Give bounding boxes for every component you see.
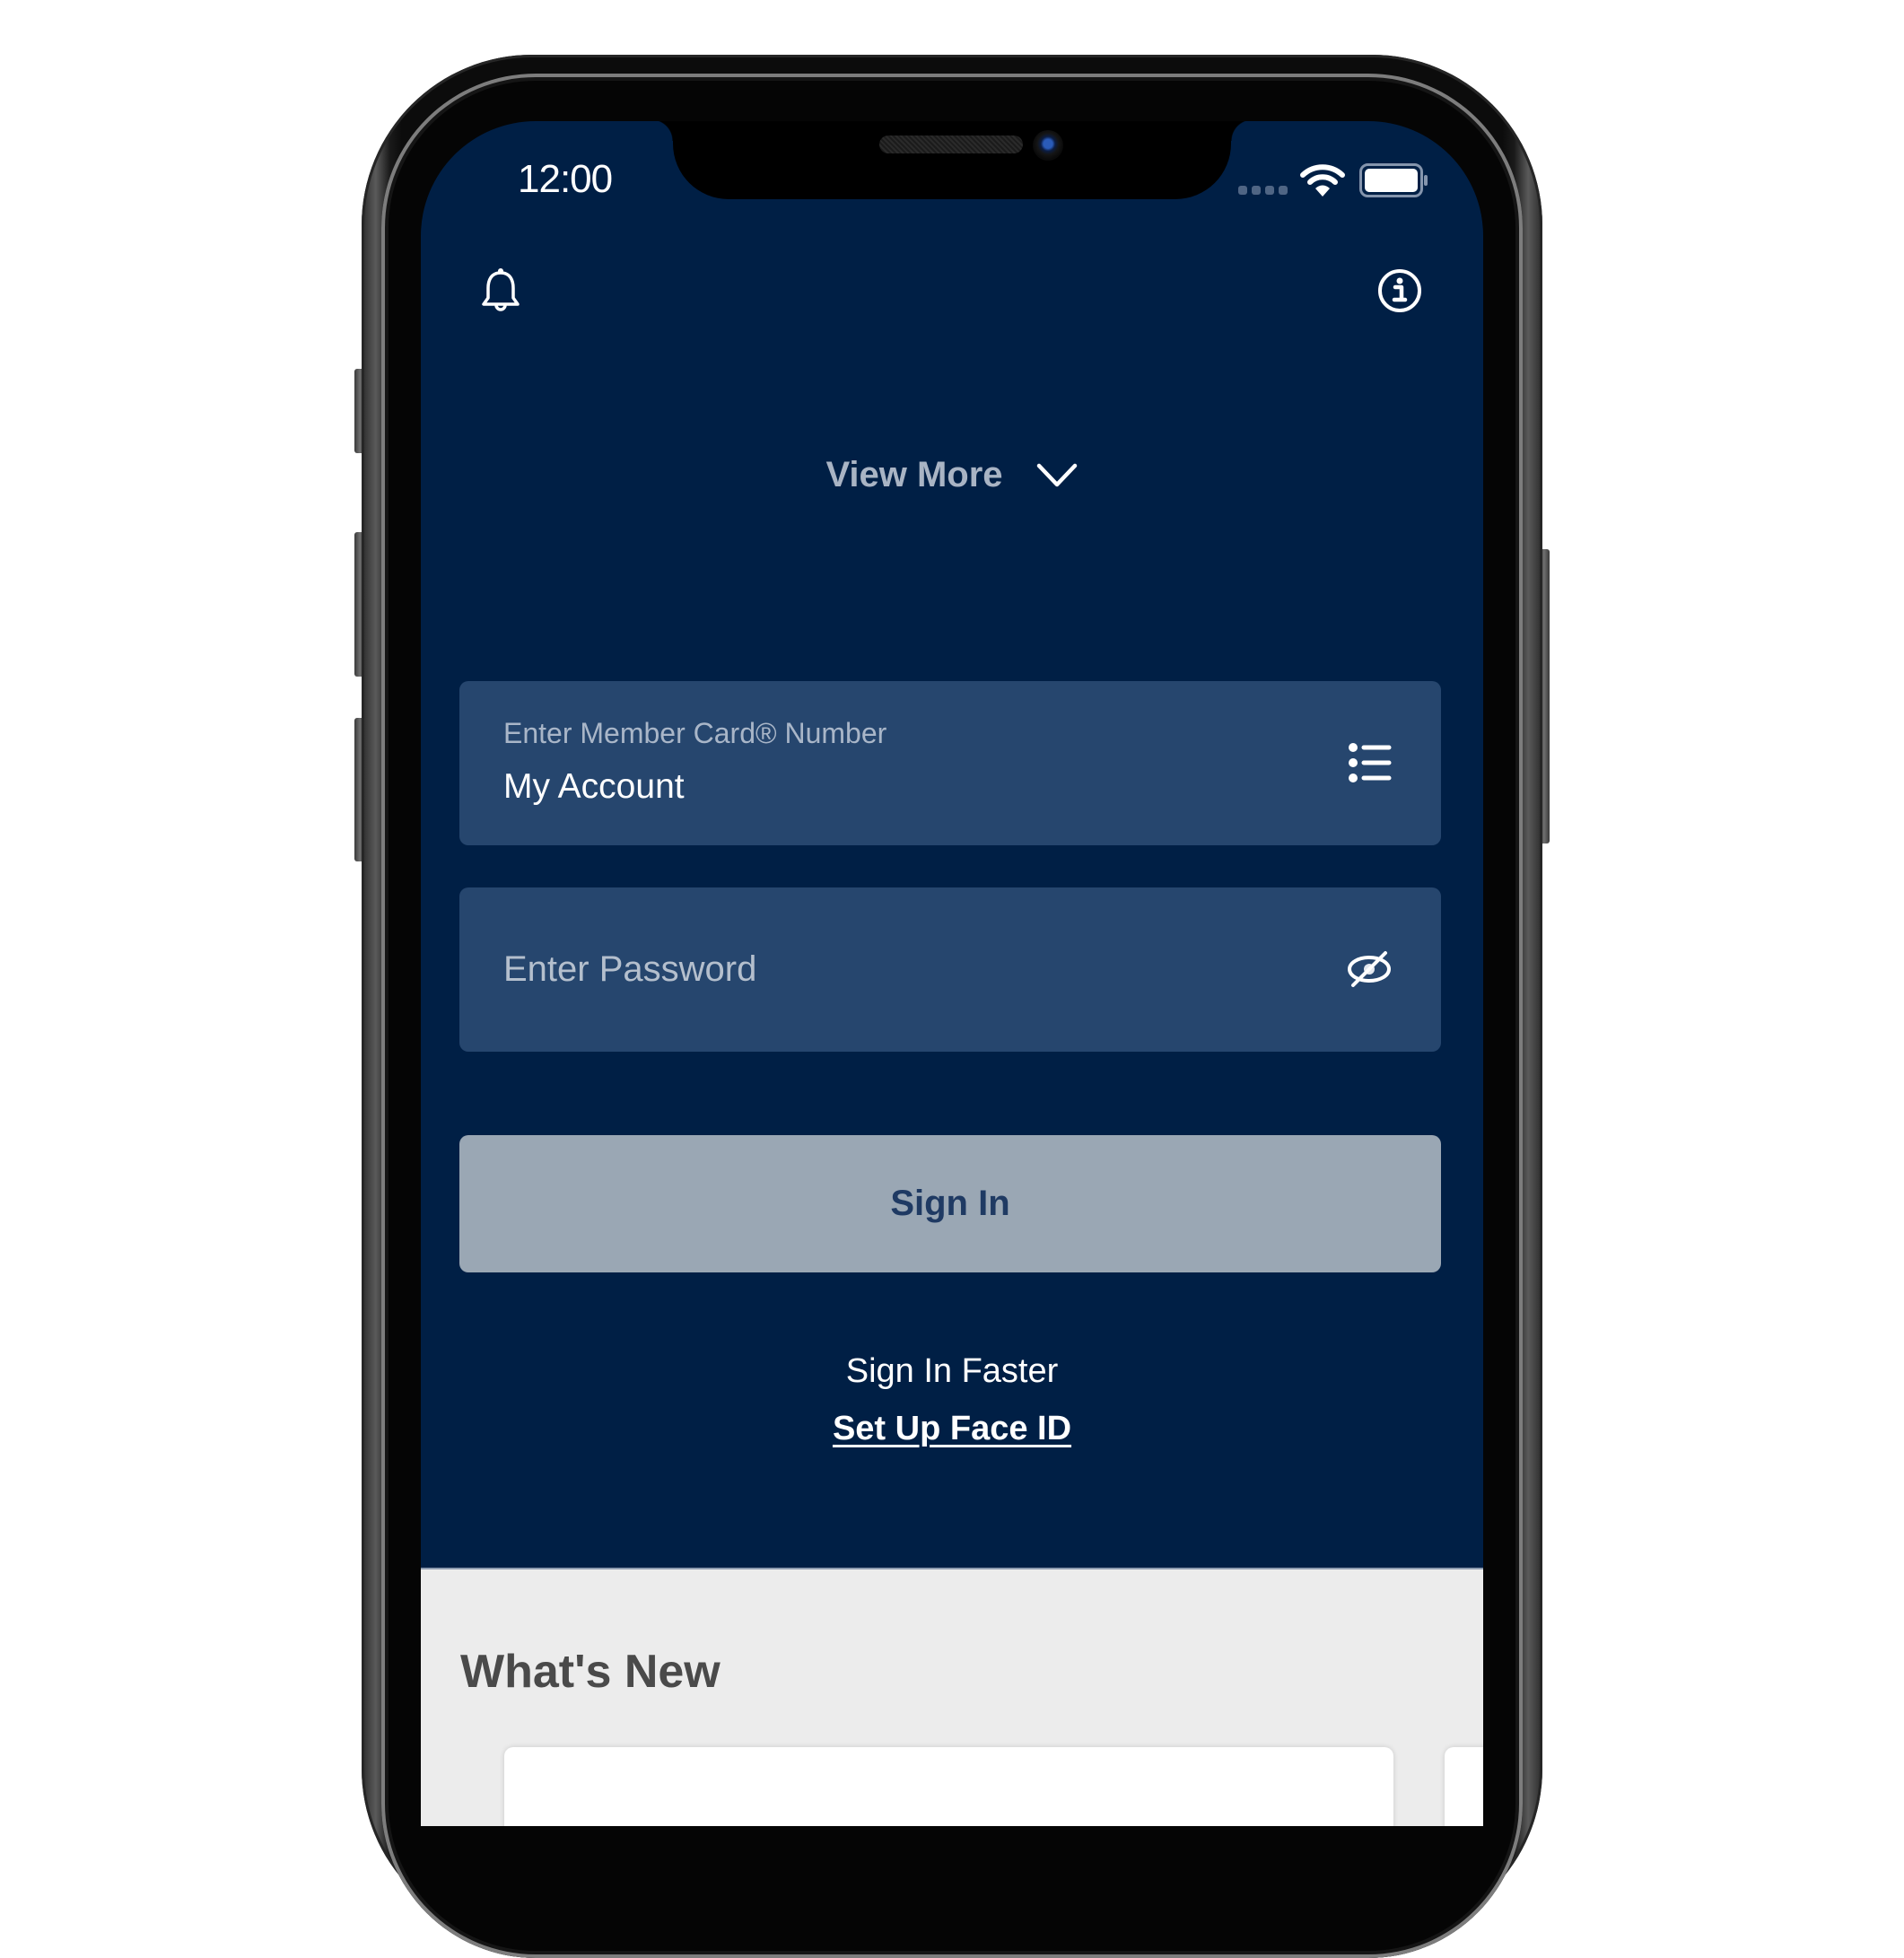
app-screen: 12:00 View More Enter Member Card® Numbe… xyxy=(421,121,1483,1826)
password-placeholder: Enter Password xyxy=(503,949,757,989)
wifi-icon xyxy=(1300,164,1345,197)
member-card-label: Enter Member Card® Number xyxy=(503,717,887,749)
news-card[interactable] xyxy=(504,1747,1393,1826)
whats-new-section: What's New xyxy=(421,1568,1483,1826)
eye-slash-icon[interactable] xyxy=(1346,948,1393,990)
speaker-grille xyxy=(879,135,1023,153)
chevron-down-icon xyxy=(1036,463,1077,486)
face-id-container: Set Up Face ID xyxy=(421,1410,1483,1448)
sign-in-faster-text: Sign In Faster xyxy=(845,1352,1059,1390)
phone-notch xyxy=(651,121,1253,199)
whats-new-title: What's New xyxy=(460,1646,721,1698)
member-card-field[interactable]: Enter Member Card® Number My Account xyxy=(459,681,1441,845)
signal-dots-icon xyxy=(1238,186,1288,195)
set-up-face-id-link[interactable]: Set Up Face ID xyxy=(833,1410,1071,1447)
view-more-label: View More xyxy=(825,455,1003,494)
status-time: 12:00 xyxy=(518,157,613,201)
sign-in-button[interactable]: Sign In xyxy=(459,1135,1441,1272)
info-circle-icon[interactable] xyxy=(1376,267,1423,314)
sign-in-label: Sign In xyxy=(890,1184,1010,1223)
member-card-value[interactable]: My Account xyxy=(503,767,685,807)
list-icon[interactable] xyxy=(1348,740,1393,785)
view-more-toggle[interactable]: View More xyxy=(421,455,1483,495)
news-card[interactable] xyxy=(1445,1747,1483,1826)
bell-icon[interactable] xyxy=(480,267,521,314)
battery-full-icon xyxy=(1359,163,1428,197)
password-field[interactable]: Enter Password xyxy=(459,887,1441,1052)
front-camera xyxy=(1033,130,1063,161)
